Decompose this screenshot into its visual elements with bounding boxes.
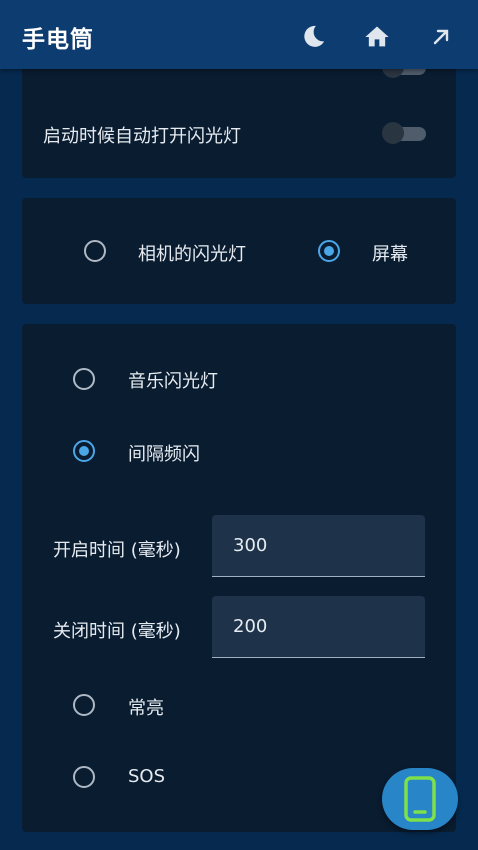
off-time-label: 关闭时间 (毫秒) [53, 621, 181, 642]
sos-radio[interactable] [73, 766, 95, 788]
music-flash-radio[interactable] [73, 368, 95, 390]
home-icon[interactable] [360, 20, 394, 54]
off-time-value[interactable]: 200 [233, 616, 267, 637]
screen-radio[interactable] [318, 240, 340, 262]
camera-flash-radio[interactable] [84, 240, 106, 262]
switch-mode-fab[interactable] [382, 768, 458, 830]
on-time-field[interactable]: 300 [212, 515, 425, 577]
music-flash-label[interactable]: 音乐闪光灯 [128, 367, 218, 393]
on-time-value[interactable]: 300 [233, 535, 267, 556]
arrow-up-right-icon[interactable] [424, 20, 458, 54]
app-title: 手电筒 [22, 27, 94, 53]
camera-flash-label[interactable]: 相机的闪光灯 [138, 240, 246, 266]
off-time-field[interactable]: 200 [212, 596, 425, 658]
moon-icon[interactable] [296, 20, 330, 54]
steady-label[interactable]: 常亮 [128, 694, 164, 720]
auto-flash-label: 启动时候自动打开闪光灯 [43, 126, 241, 147]
screen-label[interactable]: 屏幕 [372, 240, 408, 266]
light-source-card: 相机的闪光灯 屏幕 [22, 198, 456, 304]
modes-card: 音乐闪光灯 间隔频闪 开启时间 (毫秒) 300 关闭时间 (毫秒) 200 常… [22, 324, 456, 832]
steady-radio[interactable] [73, 694, 95, 716]
interval-flash-label[interactable]: 间隔频闪 [128, 440, 200, 466]
app-bar: 手电筒 [0, 0, 478, 69]
interval-flash-radio[interactable] [73, 440, 95, 462]
auto-flash-switch[interactable] [382, 122, 428, 144]
on-time-label: 开启时间 (毫秒) [53, 540, 181, 561]
phone-icon [404, 776, 436, 822]
sos-label[interactable]: SOS [128, 766, 165, 787]
